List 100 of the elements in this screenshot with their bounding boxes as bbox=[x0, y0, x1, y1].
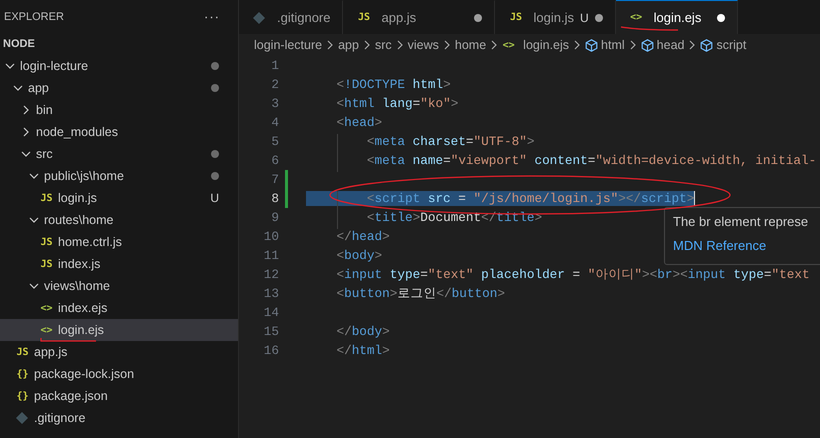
file-row[interactable]: {} package.json bbox=[0, 385, 238, 407]
cube-icon bbox=[700, 38, 714, 52]
file-name: .gitignore bbox=[34, 411, 86, 425]
folder-row[interactable]: bin bbox=[0, 99, 238, 121]
line-number: 4 bbox=[270, 115, 279, 130]
line-number: 12 bbox=[262, 267, 279, 282]
chevron-icon bbox=[628, 40, 638, 50]
line-number: 10 bbox=[262, 229, 279, 244]
file-row[interactable]: <> index.ejs bbox=[0, 297, 238, 319]
code-line: </html> bbox=[335, 343, 390, 358]
line-number: 14 bbox=[262, 305, 279, 320]
file-name: app.js bbox=[34, 345, 68, 359]
file-name: index.js bbox=[58, 257, 102, 271]
code-line: <!DOCTYPE html> bbox=[335, 77, 451, 92]
chevron-icon bbox=[572, 40, 582, 50]
folder-row[interactable]: src bbox=[0, 143, 238, 165]
code-line: <html lang="ko"> bbox=[335, 96, 458, 111]
chevron-icon bbox=[394, 40, 405, 50]
status-letter: U bbox=[580, 10, 589, 24]
breadcrumb-item[interactable]: script bbox=[716, 38, 746, 52]
file-type-label: <> bbox=[40, 324, 53, 336]
file-name: public\js\home bbox=[44, 169, 125, 183]
section-title[interactable]: NODE bbox=[3, 38, 35, 50]
file-name: views\home bbox=[44, 279, 111, 293]
code-line: <button>로그인</button> bbox=[335, 286, 505, 301]
file-type-label: JS bbox=[16, 346, 29, 358]
file-name: bin bbox=[36, 103, 54, 117]
folder-row[interactable]: node_modules bbox=[0, 121, 238, 143]
file-name: login.ejs bbox=[58, 323, 105, 337]
file-type-label: JS bbox=[40, 192, 53, 204]
file-type-label: JS bbox=[357, 12, 370, 23]
file-name: package.json bbox=[34, 389, 109, 403]
file-name: home.ctrl.js bbox=[58, 235, 123, 249]
line-number: 3 bbox=[270, 96, 279, 111]
mdn-reference-link[interactable]: MDN Reference bbox=[673, 238, 820, 253]
file-name: node_modules bbox=[36, 125, 120, 139]
file-name: package-lock.json bbox=[34, 367, 136, 381]
code-line: <input type="text" placeholder = "아이디"><br><input type="text bbox=[335, 267, 810, 282]
chevron-icon bbox=[325, 40, 336, 50]
folder-row[interactable]: public\js\home bbox=[0, 165, 238, 187]
code-line: <body> bbox=[335, 248, 382, 263]
file-name: src bbox=[36, 147, 54, 161]
diamond-icon bbox=[253, 12, 265, 24]
line-number: 11 bbox=[262, 248, 279, 263]
folder-row[interactable]: app bbox=[0, 77, 238, 99]
breadcrumb-item[interactable]: app bbox=[338, 38, 359, 52]
file-name: index.ejs bbox=[58, 301, 108, 315]
file-row[interactable]: .gitignore bbox=[0, 407, 238, 429]
file-type-label: JS bbox=[40, 258, 53, 270]
file-type-label: JS bbox=[40, 236, 53, 248]
tooltip-text: The br element represe bbox=[673, 214, 810, 229]
breadcrumb-item[interactable]: home bbox=[454, 38, 486, 52]
explorer-title: EXPLORER bbox=[4, 10, 64, 22]
breadcrumb-item[interactable]: login.ejs bbox=[523, 38, 570, 52]
file-type-label: {} bbox=[16, 368, 29, 380]
line-number: 6 bbox=[270, 153, 279, 168]
line-number: 13 bbox=[262, 286, 279, 301]
line-number: 1 bbox=[270, 58, 279, 73]
file-row[interactable]: JS index.js bbox=[0, 253, 238, 275]
file-type-label: {} bbox=[16, 390, 29, 402]
file-type-label: <> bbox=[40, 302, 53, 314]
breadcrumb-item[interactable]: login-lecture bbox=[254, 38, 322, 52]
code-line: <meta charset="UTF-8"> bbox=[366, 134, 534, 149]
file-row[interactable]: {} package-lock.json bbox=[0, 363, 238, 385]
editor-tab[interactable]: <> login.ejs bbox=[616, 0, 738, 34]
file-type-label: <> bbox=[630, 12, 643, 23]
annotation-underline bbox=[620, 26, 678, 31]
line-number: 9 bbox=[270, 210, 279, 225]
chevron-icon bbox=[687, 40, 698, 50]
breadcrumb-item[interactable]: head bbox=[656, 38, 684, 52]
code-line: <meta name="viewport" content="width=device-width, initial- bbox=[366, 153, 816, 168]
more-actions[interactable]: ··· bbox=[204, 9, 220, 24]
breadcrumb-item[interactable]: src bbox=[374, 38, 392, 52]
cube-icon bbox=[585, 38, 598, 52]
file-name: routes\home bbox=[44, 213, 114, 227]
line-number: 7 bbox=[270, 172, 279, 187]
folder-row[interactable]: views\home bbox=[0, 275, 238, 297]
file-name: app bbox=[28, 81, 50, 95]
file-row[interactable]: JS login.js U bbox=[0, 187, 238, 209]
annotation-underline bbox=[40, 338, 96, 342]
breadcrumb-item[interactable]: views bbox=[408, 38, 439, 52]
file-name: login.js bbox=[58, 191, 98, 205]
line-number: 2 bbox=[270, 77, 279, 92]
status-letter: U bbox=[210, 191, 219, 205]
code-line: </body> bbox=[335, 324, 390, 339]
line-number: 5 bbox=[270, 134, 279, 149]
breadcrumb-item[interactable]: html bbox=[601, 38, 625, 52]
code-line: <head> bbox=[335, 115, 382, 130]
chevron-icon bbox=[442, 40, 452, 50]
file-row[interactable]: JS home.ctrl.js bbox=[0, 231, 238, 253]
file-row[interactable]: <> login.ejs bbox=[0, 319, 238, 341]
file-row[interactable]: JS app.js bbox=[0, 341, 238, 363]
folder-row[interactable]: routes\home bbox=[0, 209, 238, 231]
cube-icon bbox=[640, 38, 654, 52]
chevron-icon bbox=[489, 40, 500, 50]
file-type-label: JS bbox=[509, 12, 522, 23]
line-number: 16 bbox=[262, 343, 279, 358]
folder-row[interactable]: login-lecture bbox=[0, 55, 238, 77]
line-number: 15 bbox=[262, 324, 279, 339]
diamond-icon bbox=[16, 412, 28, 424]
